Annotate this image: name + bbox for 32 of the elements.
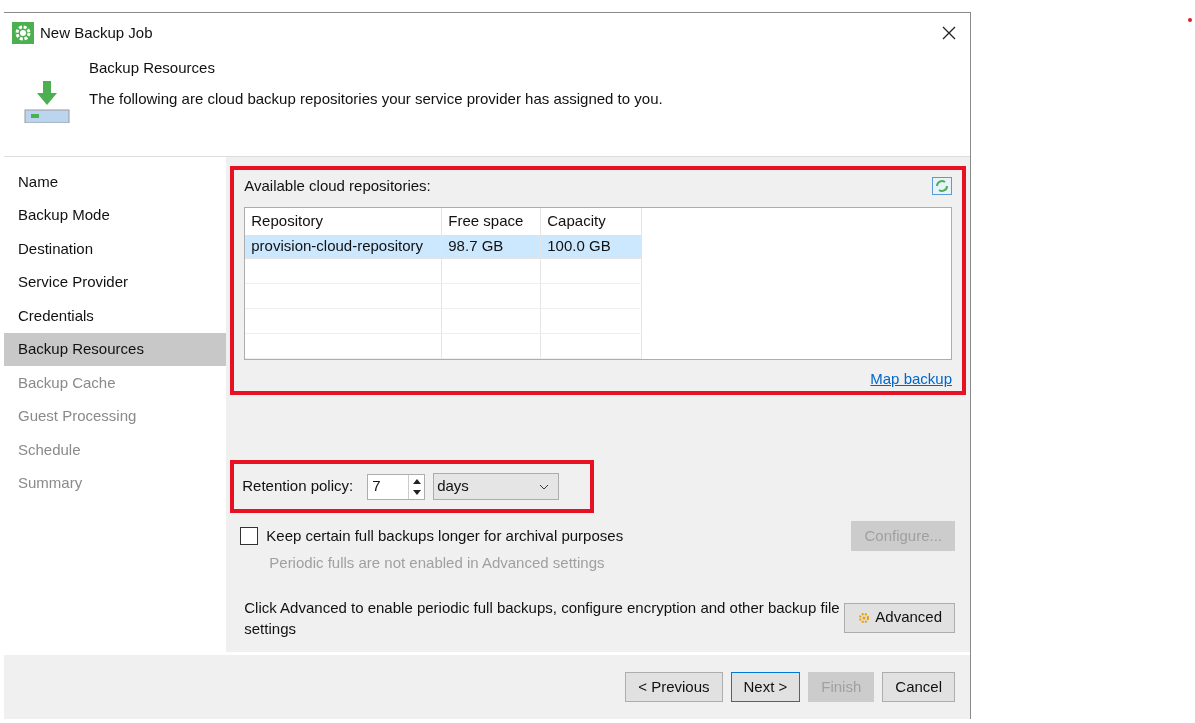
nav-item[interactable]: Service Provider	[4, 265, 227, 299]
nav-item[interactable]: Name	[4, 165, 227, 199]
table-cell: 98.7 GB	[442, 235, 542, 259]
wizard-button[interactable]: Next >	[730, 672, 801, 702]
map-backup-link[interactable]: Map backup	[870, 367, 952, 390]
archival-note: Periodic fulls are not enabled in Advanced settings	[269, 553, 605, 573]
gear-icon	[857, 610, 872, 625]
retention-spinner[interactable]: 7	[367, 473, 426, 500]
table-cell: 100.0 GB	[541, 235, 643, 259]
section-label: Available cloud repositories:	[244, 176, 431, 196]
refresh-icon[interactable]	[932, 177, 952, 196]
advanced-hint: Click Advanced to enable periodic full backups, configure encryption and other backup file settings	[244, 597, 841, 639]
step-description: The following are cloud backup repositories your service provider has assigned to you.	[89, 88, 663, 109]
retention-label: Retention policy:	[242, 476, 354, 497]
nav-item[interactable]: Backup Resources	[4, 332, 227, 366]
unit-dropdown[interactable]: days	[433, 473, 560, 500]
gear-icon	[12, 22, 34, 44]
archival-label: Keep certain full backups longer for archival purposes	[266, 525, 624, 546]
table-cell: provision-cloud-repository	[245, 235, 443, 259]
advanced-button[interactable]: Advanced	[844, 602, 955, 633]
archival-checkbox[interactable]	[240, 527, 259, 545]
chevron-down-icon	[539, 483, 550, 490]
window-title: New Backup Job	[40, 22, 153, 43]
nav-item[interactable]: Destination	[4, 232, 227, 266]
download-drive-icon	[22, 81, 71, 123]
step-title: Backup Resources	[89, 58, 216, 78]
table-row[interactable]: provision-cloud-repository 98.7 GB 100.0 GB	[245, 235, 643, 260]
nav-item[interactable]: Credentials	[4, 299, 227, 333]
wizard-button[interactable]: Cancel	[882, 672, 955, 702]
wizard-button[interactable]: < Previous	[625, 672, 723, 702]
nav-item[interactable]: Backup Mode	[4, 198, 227, 232]
close-icon[interactable]	[942, 26, 956, 40]
